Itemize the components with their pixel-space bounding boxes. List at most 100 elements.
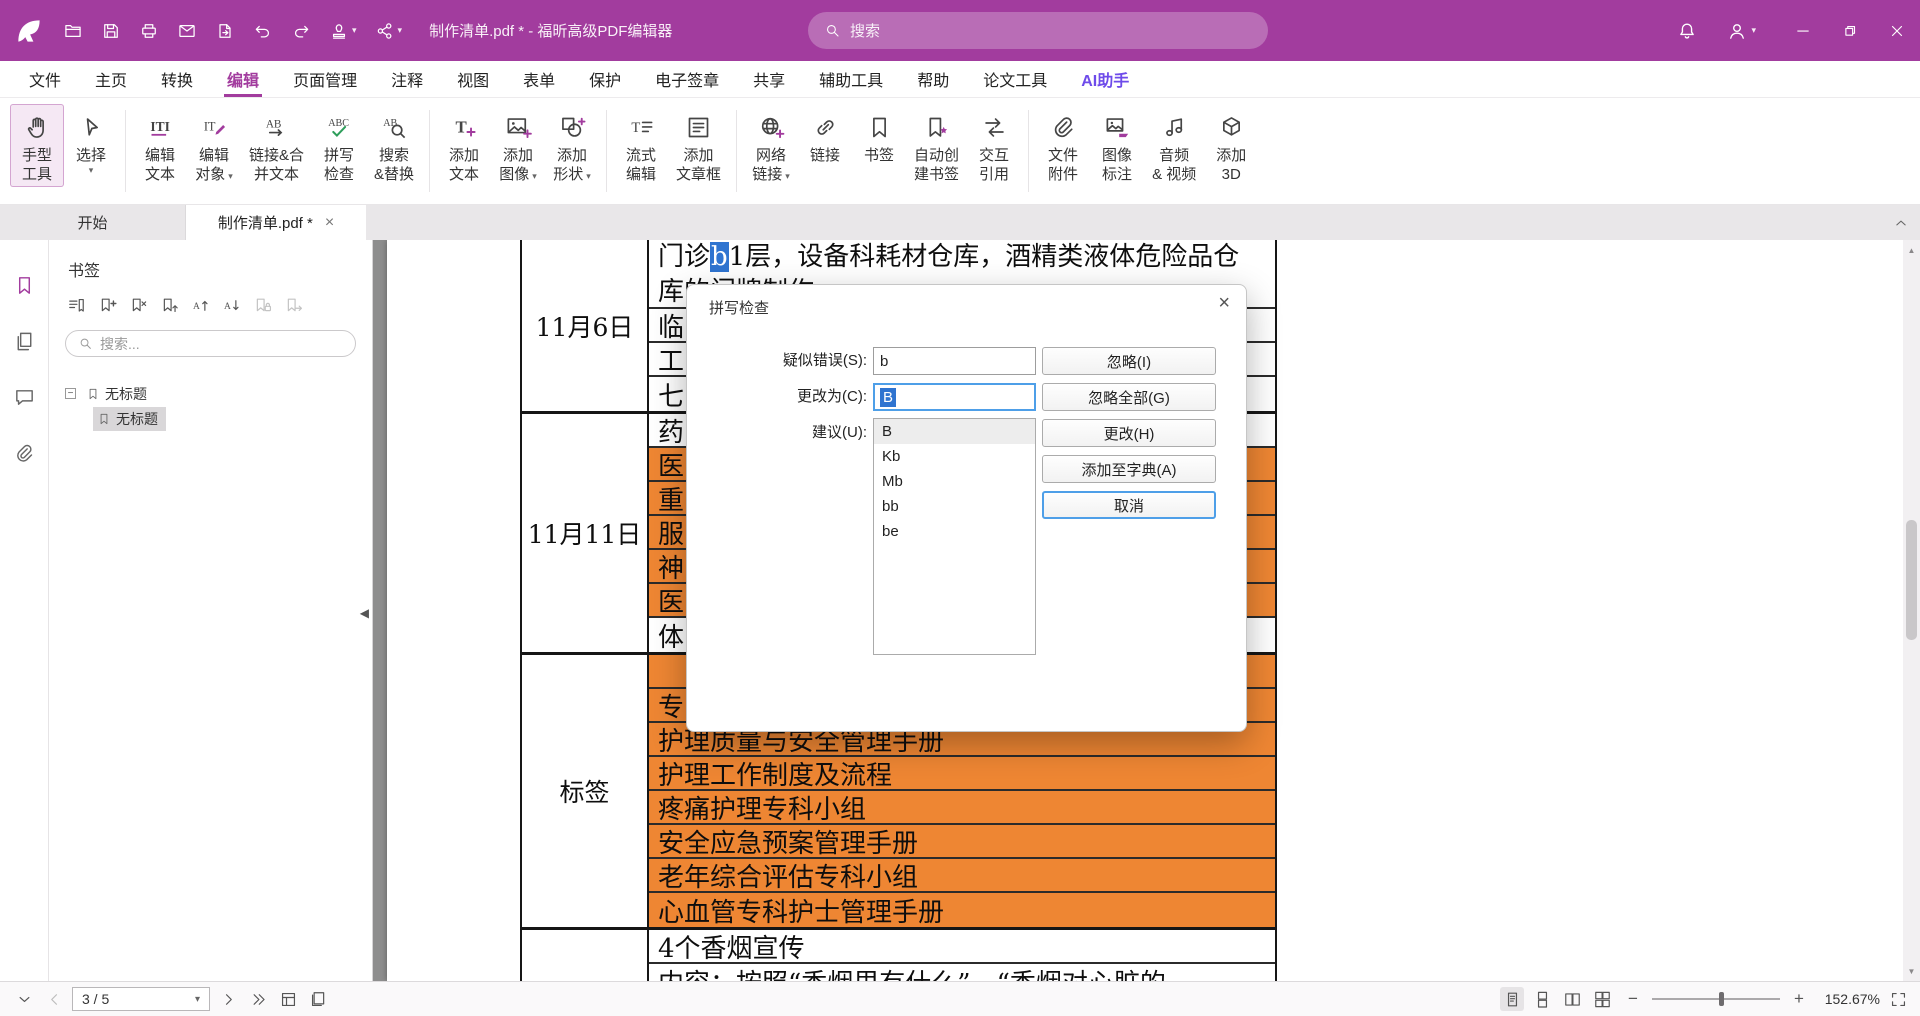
ribbon-hand-tool-button[interactable]: 手型工具 xyxy=(10,104,64,187)
zoom-in-button[interactable]: + xyxy=(1789,989,1809,1009)
redo-button[interactable] xyxy=(282,13,320,49)
menu-ai-assistant[interactable]: AI助手 xyxy=(1064,61,1146,97)
ribbon-add-3d-button[interactable]: 添加3D xyxy=(1204,104,1258,187)
suggestion-item[interactable]: B xyxy=(874,419,1035,444)
bookmark-item[interactable]: 无标题 xyxy=(49,406,372,431)
continuous-button[interactable] xyxy=(1530,987,1554,1011)
scroll-down-icon[interactable]: ▼ xyxy=(1903,963,1920,979)
suggestion-item[interactable]: Mb xyxy=(874,469,1035,494)
global-search-input[interactable]: 搜索 xyxy=(808,12,1268,49)
collapse-ribbon-icon[interactable] xyxy=(1892,214,1910,232)
change-button[interactable]: 更改(H) xyxy=(1042,419,1216,447)
ribbon-add-shape-button[interactable]: 添加形状▾ xyxy=(545,104,599,189)
bookmark-item[interactable]: −无标题 xyxy=(49,381,372,406)
facing-continuous-button[interactable] xyxy=(1590,987,1614,1011)
print-button[interactable] xyxy=(130,13,168,49)
ribbon-audio-video-button[interactable]: 音频& 视频 xyxy=(1144,104,1204,187)
menu-convert[interactable]: 转换 xyxy=(144,61,210,97)
close-button[interactable] xyxy=(1873,0,1920,61)
ribbon-select-button[interactable]: 选择▾ xyxy=(64,104,118,179)
ribbon-search-replace-button[interactable]: AB搜索&替换 xyxy=(366,104,422,187)
chevron-down-icon[interactable]: ▾ xyxy=(1751,25,1756,36)
zoom-slider[interactable] xyxy=(1652,992,1780,1006)
menu-share[interactable]: 共享 xyxy=(736,61,802,97)
export-bookmark-button[interactable] xyxy=(280,293,307,317)
menu-view[interactable]: 视图 xyxy=(440,61,506,97)
menu-protect[interactable]: 保护 xyxy=(572,61,638,97)
suggestions-list[interactable]: BKbMbbbbe xyxy=(873,418,1036,655)
bell-button[interactable] xyxy=(1672,13,1702,49)
snapshot-button[interactable] xyxy=(276,987,300,1011)
zoom-level[interactable]: 152.67% xyxy=(1818,991,1880,1007)
menu-accessibility[interactable]: 辅助工具 xyxy=(802,61,900,97)
collapse-panel-icon[interactable]: ◀ xyxy=(360,606,369,620)
open-file-button[interactable] xyxy=(54,13,92,49)
ribbon-bookmark-button[interactable]: 书签 xyxy=(852,104,906,168)
mail-to-button[interactable] xyxy=(168,13,206,49)
fullscreen-icon[interactable] xyxy=(1889,990,1908,1009)
lock-bookmark-button[interactable] xyxy=(249,293,276,317)
suggestion-item[interactable]: Kb xyxy=(874,444,1035,469)
clipboard-button[interactable] xyxy=(306,987,330,1011)
export-button[interactable] xyxy=(206,13,244,49)
ribbon-cross-reference-button[interactable]: 交互引用 xyxy=(967,104,1021,187)
bookmark-list-button[interactable] xyxy=(63,293,90,317)
panel-pages-button[interactable] xyxy=(9,326,39,356)
ribbon-spell-check-button[interactable]: ABC拼写检查 xyxy=(312,104,366,187)
scroll-up-icon[interactable]: ▲ xyxy=(1903,242,1920,258)
ribbon-auto-bookmark-button[interactable]: 自动创建书签 xyxy=(906,104,967,187)
zoom-slider-thumb[interactable] xyxy=(1719,992,1724,1006)
ignore-all-button[interactable]: 忽略全部(G) xyxy=(1042,383,1216,411)
ribbon-flow-edit-button[interactable]: T流式编辑 xyxy=(614,104,668,187)
panel-comments-button[interactable] xyxy=(9,382,39,412)
save-button[interactable] xyxy=(92,13,130,49)
ribbon-edit-text-button[interactable]: ITI编辑文本 xyxy=(133,104,187,187)
stamp-button[interactable]: ▾ xyxy=(320,13,366,49)
ribbon-web-link-button[interactable]: 网络链接▾ xyxy=(744,104,798,189)
suspect-error-input[interactable]: b xyxy=(873,347,1036,375)
delete-bookmark-button[interactable] xyxy=(125,293,152,317)
foxit-logo-icon[interactable] xyxy=(14,16,44,46)
ribbon-edit-object-button[interactable]: IT编辑对象▾ xyxy=(187,104,241,189)
menu-edit[interactable]: 编辑 xyxy=(210,61,276,97)
prev-page-button[interactable] xyxy=(42,987,66,1011)
menu-page-organize[interactable]: 页面管理 xyxy=(276,61,374,97)
bookmark-search-input[interactable]: 搜索... xyxy=(65,330,356,357)
next-page-button[interactable] xyxy=(216,987,240,1011)
page-menu-button[interactable] xyxy=(12,987,36,1011)
last-page-button[interactable] xyxy=(246,987,270,1011)
menu-home[interactable]: 主页 xyxy=(78,61,144,97)
ribbon-add-article-box-button[interactable]: 添加文章框 xyxy=(668,104,729,187)
dialog-close-icon[interactable]: × xyxy=(1218,292,1230,315)
menu-form[interactable]: 表单 xyxy=(506,61,572,97)
panel-bookmarks-button[interactable] xyxy=(9,270,39,300)
ribbon-add-text-button[interactable]: T添加文本 xyxy=(437,104,491,187)
ribbon-add-image-button[interactable]: 添加图像▾ xyxy=(491,104,545,189)
menu-comment[interactable]: 注释 xyxy=(374,61,440,97)
panel-attachments-button[interactable] xyxy=(9,438,39,468)
tree-toggle-icon[interactable]: − xyxy=(65,388,76,399)
restore-button[interactable] xyxy=(1826,0,1873,61)
ribbon-image-annotation-button[interactable]: 图像标注 xyxy=(1090,104,1144,187)
menu-paper-tools[interactable]: 论文工具 xyxy=(966,61,1064,97)
page-number-combobox[interactable]: 3 / 5 ▾ xyxy=(72,987,210,1011)
tab-document[interactable]: 制作清单.pdf * × xyxy=(186,205,366,240)
ignore-button[interactable]: 忽略(I) xyxy=(1042,347,1216,375)
tab-start[interactable]: 开始 xyxy=(0,205,186,240)
zoom-out-button[interactable]: − xyxy=(1623,989,1643,1009)
tab-close-icon[interactable]: × xyxy=(325,215,334,231)
share-button[interactable]: ▾ xyxy=(366,13,412,49)
add-to-dictionary-button[interactable]: 添加至字典(A) xyxy=(1042,455,1216,483)
menu-esign[interactable]: 电子签章 xyxy=(638,61,736,97)
chevron-down-icon[interactable]: ▾ xyxy=(352,25,357,36)
single-page-button[interactable] xyxy=(1500,987,1524,1011)
collapse-bookmarks-button[interactable]: A xyxy=(218,293,245,317)
scrollbar-thumb[interactable] xyxy=(1906,520,1917,640)
facing-button[interactable] xyxy=(1560,987,1584,1011)
chevron-down-icon[interactable]: ▾ xyxy=(398,25,403,36)
change-to-input[interactable]: B xyxy=(873,383,1036,411)
minimize-button[interactable] xyxy=(1779,0,1826,61)
suggestion-item[interactable]: be xyxy=(874,519,1035,544)
undo-button[interactable] xyxy=(244,13,282,49)
ribbon-link-button[interactable]: 链接 xyxy=(798,104,852,168)
